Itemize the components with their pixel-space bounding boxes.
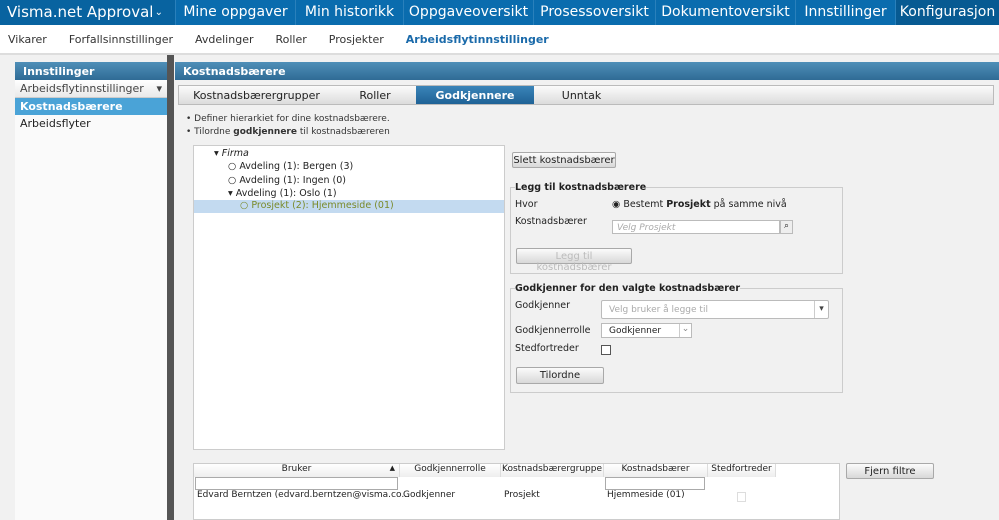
approver-select[interactable]: Velg bruker å legge til ▾ xyxy=(601,300,829,319)
dropdown-arrow-icon: ▾ xyxy=(814,301,828,318)
sort-asc-icon: ▲ xyxy=(389,464,395,472)
role-value: Godkjenner xyxy=(609,326,662,336)
top-navbar: Visma.net Approval ⌄ Mine oppgaver Min hi… xyxy=(0,0,999,25)
cost-center-tree: ▾ Firma ○ Avdeling (1): Bergen (3) ○ Avd… xyxy=(193,145,505,450)
instruction-2-bold: godkjennere xyxy=(233,127,297,137)
step-kostnadsbaerergrupper[interactable]: Kostnadsbærergrupper xyxy=(179,86,334,104)
splitter[interactable] xyxy=(167,55,174,520)
sidebar-select[interactable]: Arbeidsflytinnstillinger ▾ xyxy=(15,80,167,98)
radio-selected-icon[interactable]: ◉ xyxy=(612,199,620,210)
radio-option[interactable]: ◉ Bestemt Prosjekt på samme nivå xyxy=(612,199,787,210)
tree-node-bergen[interactable]: ○ Avdeling (1): Bergen (3) xyxy=(228,161,353,172)
where-label: Hvor xyxy=(515,199,538,210)
dropdown-arrow-icon: ▾ xyxy=(156,82,162,95)
filter-kostnadsbaerer-input[interactable] xyxy=(605,477,705,490)
app-title[interactable]: Visma.net Approval ⌄ xyxy=(0,0,175,25)
nav-oppgaveoversikt[interactable]: Oppgaveoversikt xyxy=(403,0,533,25)
substitute-checkbox[interactable] xyxy=(601,345,611,355)
substitute-label: Stedfortreder xyxy=(515,343,579,354)
nav-dokumentoversikt[interactable]: Dokumentoversikt xyxy=(655,0,795,25)
instruction-2-pre: Tilordne xyxy=(194,127,234,137)
subnav-avdelinger[interactable]: Avdelinger xyxy=(195,33,254,46)
add-legend: Legg til kostnadsbærere xyxy=(515,182,647,193)
tree-node-oslo[interactable]: ▾ Avdeling (1): Oslo (1) xyxy=(228,188,337,199)
wizard-steps: Kostnadsbærergrupper Roller Godkjennere … xyxy=(178,85,994,105)
chevron-down-icon: ⌄ xyxy=(679,324,691,337)
header-label: Bruker xyxy=(281,464,312,474)
approver-placeholder: Velg bruker å legge til xyxy=(609,305,708,315)
filter-bruker-input[interactable] xyxy=(195,477,398,490)
role-label: Godkjennerrolle xyxy=(515,325,591,336)
sidebar-item-arbeidsflyter[interactable]: Arbeidsflyter xyxy=(15,115,167,132)
tree-label: Avdeling (1): Bergen (3) xyxy=(239,161,354,172)
chevron-down-icon: ⌄ xyxy=(154,7,163,18)
tree-label: Avdeling (1): Oslo (1) xyxy=(235,188,337,199)
subnav-forfallsinnstillinger[interactable]: Forfallsinnstillinger xyxy=(69,33,173,46)
sidebar: Innstilinger Arbeidsflytinnstillinger ▾ K… xyxy=(15,62,167,520)
nav-min-historikk[interactable]: Min historikk xyxy=(295,0,403,25)
approver-legend: Godkjenner for den valgte kostnadsbærer xyxy=(515,283,741,294)
tree-label: Firma xyxy=(221,148,249,159)
column-header-stedfortreder[interactable]: Stedfortreder xyxy=(708,464,776,477)
tree-node-ingen[interactable]: ○ Avdeling (1): Ingen (0) xyxy=(228,175,346,186)
column-header-kostnadsbaerergruppe[interactable]: Kostnadsbærergruppe xyxy=(501,464,604,477)
tree-node-hjemmeside[interactable]: ○ Prosjekt (2): Hjemmeside (01) xyxy=(194,200,504,213)
nav-prosessoversikt[interactable]: Prosessoversikt xyxy=(533,0,655,25)
cell-kostnadsbaerer[interactable]: Hjemmeside (01) xyxy=(607,490,685,500)
cell-godkjennerrolle[interactable]: Godkjenner xyxy=(403,490,455,500)
cc-label: Kostnadsbærer xyxy=(515,216,587,227)
approver-label: Godkjenner xyxy=(515,300,570,311)
nav-konfigurasjon[interactable]: Konfigurasjon xyxy=(895,0,999,25)
subnav-roller[interactable]: Roller xyxy=(275,33,306,46)
tree-label: Avdeling (1): Ingen (0) xyxy=(239,175,346,186)
add-cost-center-button[interactable]: Legg til kostnadsbærer xyxy=(516,248,632,273)
search-icon[interactable]: ⌕ xyxy=(780,220,793,234)
role-select[interactable]: Godkjenner ⌄ xyxy=(601,323,692,338)
clear-filters-button[interactable]: Fjern filtre xyxy=(846,463,934,479)
instruction-2-post: til kostnadsbæreren xyxy=(296,127,390,137)
step-unntak[interactable]: Unntak xyxy=(534,86,629,104)
sidebar-title: Innstilinger xyxy=(15,62,167,80)
column-header-bruker[interactable]: Bruker ▲ xyxy=(194,464,400,477)
sidebar-select-value: Arbeidsflytinnstillinger xyxy=(20,82,144,95)
delete-cost-center-button[interactable]: Slett kostnadsbærer xyxy=(512,152,616,168)
nav-mine-oppgaver[interactable]: Mine oppgaver xyxy=(175,0,295,25)
subnav-arbeidsflytinnstillinger[interactable]: Arbeidsflytinnstillinger xyxy=(406,33,549,46)
sidebar-item-kostnadsbaerere[interactable]: Kostnadsbærere xyxy=(15,98,167,115)
cell-bruker[interactable]: Edvard Berntzen (edvard.berntzen@visma.c… xyxy=(197,490,410,500)
sub-navbar: Vikarer Forfallsinnstillinger Avdelinger… xyxy=(0,25,999,55)
radio-bold: Prosjekt xyxy=(666,199,711,210)
column-header-kostnadsbaerer[interactable]: Kostnadsbærer xyxy=(604,464,708,477)
step-godkjennere[interactable]: Godkjennere xyxy=(416,86,534,104)
content-title: Kostnadsbærere xyxy=(175,62,999,80)
subnav-prosjekter[interactable]: Prosjekter xyxy=(329,33,384,46)
subnav-vikarer[interactable]: Vikarer xyxy=(8,33,47,46)
radio-post: på samme nivå xyxy=(710,199,787,210)
cell-kostnadsbaerergruppe[interactable]: Prosjekt xyxy=(504,490,540,500)
tree-label: Prosjekt (2): Hjemmeside (01) xyxy=(251,200,394,211)
column-header-godkjennerrolle[interactable]: Godkjennerrolle xyxy=(400,464,501,477)
instruction-2: • Tilordne godkjennere til kostnadsbærer… xyxy=(186,127,390,137)
cc-input[interactable]: Velg Prosjekt xyxy=(612,220,780,234)
step-roller[interactable]: Roller xyxy=(334,86,416,104)
instruction-1-text: Definer hierarkiet for dine kostnadsbære… xyxy=(194,114,390,124)
nav-innstillinger[interactable]: Innstillinger xyxy=(795,0,895,25)
assign-button[interactable]: Tilordne xyxy=(516,367,604,384)
app-title-text: Visma.net Approval xyxy=(7,3,154,21)
approvers-grid: Bruker ▲ Godkjennerrolle Kostnadsbærergru… xyxy=(193,463,840,520)
cell-stedfortreder-checkbox[interactable] xyxy=(737,492,746,502)
tree-node-firma[interactable]: ▾ Firma xyxy=(214,148,249,159)
radio-pre: Bestemt xyxy=(623,199,667,210)
instruction-1: • Definer hierarkiet for dine kostnadsbæ… xyxy=(186,114,390,124)
